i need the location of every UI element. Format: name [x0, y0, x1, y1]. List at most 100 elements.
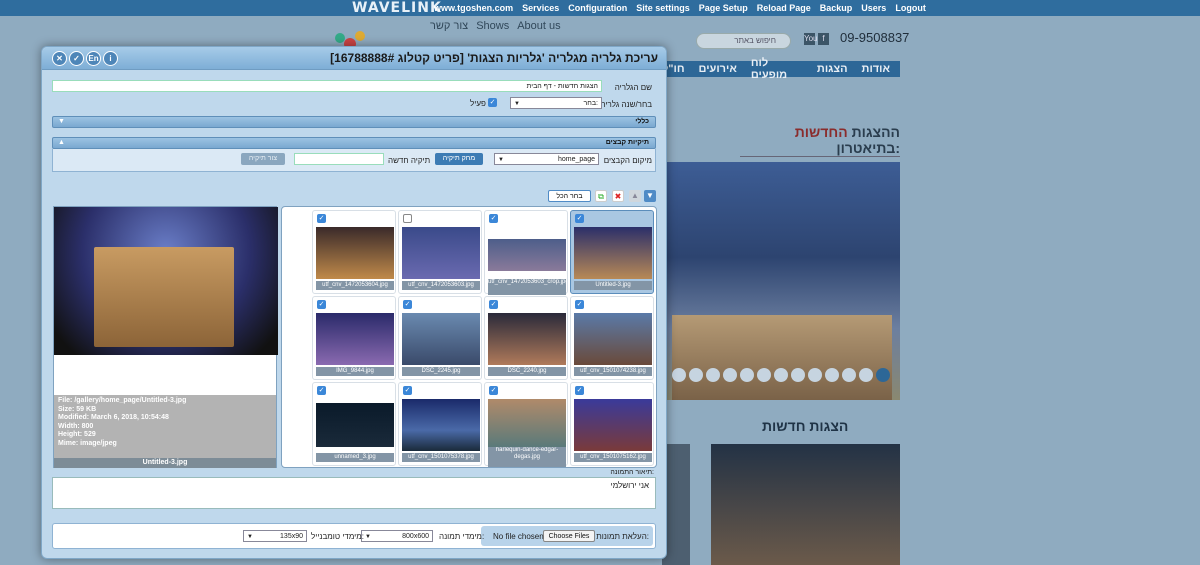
file-location-select[interactable]: ▼ home_page	[494, 153, 599, 165]
dialog-header: ✕ ✓ En i עריכת גלריה מגלריה 'גלריות הצגו…	[42, 47, 666, 70]
nav-backup[interactable]: Backup	[820, 0, 853, 16]
slider-dot[interactable]	[672, 368, 686, 382]
nav-users[interactable]: Users	[861, 0, 886, 16]
image-size-value: 800x600	[402, 533, 429, 540]
thumbnail-image	[488, 313, 566, 365]
slider-dot[interactable]	[689, 368, 703, 382]
thumbnail-checkbox[interactable]: ✓	[489, 386, 498, 395]
site-nav-schedule[interactable]: לוח מופעים	[751, 57, 803, 81]
info-icon[interactable]: i	[103, 51, 118, 66]
general-section-bar[interactable]: ▼ כללי	[52, 116, 656, 128]
admin-topbar: WAVELINK www.tgoshen.com Services Config…	[0, 0, 1200, 16]
move-up-icon[interactable]: ▲	[629, 190, 641, 202]
description-textarea[interactable]: אני ירושלמי	[52, 477, 656, 509]
choose-gallery-label: בחר/שנה גלריה	[600, 100, 652, 109]
language-icon[interactable]: En	[86, 51, 101, 66]
slider-dot[interactable]	[842, 368, 856, 382]
thumbnail-checkbox[interactable]: ✓	[317, 214, 326, 223]
nav-page-setup[interactable]: Page Setup	[699, 0, 748, 16]
delete-folder-button[interactable]: מחק תיקיה	[435, 153, 483, 165]
file-mime: Mime: image/jpeg	[58, 439, 117, 447]
site-nav-events[interactable]: אירועים	[699, 63, 737, 75]
site-search-input[interactable]: חיפוש באתר	[696, 33, 791, 49]
active-label: פעיל	[470, 99, 486, 108]
thumbnail-item[interactable]: ✓ utf_cnv_1472053604.jpg	[312, 210, 396, 294]
create-folder-button[interactable]: צור תיקיה	[241, 153, 285, 165]
site-nav-about[interactable]: אודות	[862, 63, 890, 75]
choose-gallery-select[interactable]: ▼ בחר:	[510, 97, 602, 109]
thumbnail-item[interactable]: ✓ utf_cnv_1472053603_crop.jpg	[484, 210, 568, 295]
check-icon[interactable]: ✓	[69, 51, 84, 66]
chevron-down-icon: ▼	[247, 534, 253, 540]
thumbnail-item[interactable]: ✓ utf_cnv_1501075378.jpg	[398, 382, 482, 466]
slider-dot-active[interactable]	[876, 368, 890, 382]
site-link-shows[interactable]: Shows	[476, 20, 509, 32]
thumbnail-checkbox[interactable]: ✓	[575, 386, 584, 395]
active-checkbox[interactable]: ✓	[488, 98, 497, 107]
move-down-icon[interactable]: ▼	[644, 190, 656, 202]
nav-configuration[interactable]: Configuration	[568, 0, 627, 16]
slider-dot[interactable]	[825, 368, 839, 382]
thumbnail-checkbox[interactable]: ✓	[489, 214, 498, 223]
nav-logout[interactable]: Logout	[895, 0, 926, 16]
choose-files-button[interactable]: Choose Files	[543, 530, 595, 542]
thumbnail-item[interactable]: utf_cnv_1472053603.jpg	[398, 210, 482, 294]
thumbnail-item[interactable]: ✓ DSC_2240.jpg	[484, 296, 568, 380]
new-folder-input[interactable]	[294, 153, 384, 165]
site-link-contact[interactable]: צור קשר	[430, 20, 468, 32]
thumbnail-checkbox[interactable]: ✓	[403, 300, 412, 309]
thumbnail-checkbox[interactable]: ✓	[489, 300, 498, 309]
chevron-down-icon: ▼	[365, 534, 371, 540]
gallery-name-input[interactable]: הצגות חדשות - דף הבית	[52, 80, 602, 92]
title-part-b: החדשות	[794, 124, 848, 140]
image-size-label: מימדי תמונה:	[439, 532, 485, 541]
slider-dot[interactable]	[774, 368, 788, 382]
file-path: File: /gallery/home_page/Untitled-3.jpg	[58, 397, 187, 404]
thumbnail-checkbox[interactable]: ✓	[317, 300, 326, 309]
thumbnail-item[interactable]: ✓ Untitled-3.jpg	[570, 210, 654, 294]
crop-icon[interactable]: ⧉	[595, 190, 607, 202]
thumbnail-size-select[interactable]: ▼ 135x90	[243, 530, 307, 542]
slider-dot[interactable]	[706, 368, 720, 382]
thumbnail-item[interactable]: ✓ harlequin-dance-edgar-degas.jpg	[484, 382, 568, 467]
nav-site-link[interactable]: www.tgoshen.com	[434, 0, 513, 16]
folders-section-bar[interactable]: ▲ תיקיות קבצים	[52, 137, 656, 149]
delete-icon[interactable]: ✖	[612, 190, 624, 202]
nav-reload-page[interactable]: Reload Page	[757, 0, 811, 16]
slider-dots	[672, 368, 890, 382]
thumbnail-image	[402, 227, 480, 279]
slider-dot[interactable]	[740, 368, 754, 382]
new-folder-label: תיקיה חדשה	[388, 156, 431, 165]
thumbnail-checkbox[interactable]: ✓	[575, 214, 584, 223]
select-all-button[interactable]: בחר הכל	[548, 190, 591, 202]
slider-dot[interactable]	[808, 368, 822, 382]
slider-dot[interactable]	[757, 368, 771, 382]
thumbnail-item[interactable]: ✓ utf_cnv_1501075162.jpg	[570, 382, 654, 466]
thumbnail-checkbox[interactable]: ✓	[403, 386, 412, 395]
thumbnail-name: unnamed_3.jpg	[316, 453, 394, 462]
thumbnail-name: utf_cnv_1501075162.jpg	[574, 453, 652, 462]
thumbnail-image	[316, 313, 394, 365]
nav-services[interactable]: Services	[522, 0, 559, 16]
site-nav-shows[interactable]: הצגות	[817, 63, 848, 75]
thumbnail-item[interactable]: ✓ IMG_9844.jpg	[312, 296, 396, 380]
gallery-edit-dialog: ✕ ✓ En i עריכת גלריה מגלריה 'גלריות הצגו…	[41, 46, 667, 559]
facebook-icon[interactable]: f	[818, 33, 829, 45]
thumbnail-image	[316, 403, 394, 447]
thumbnail-checkbox[interactable]: ✓	[575, 300, 584, 309]
thumbnail-item[interactable]: ✓ DSC_2245.jpg	[398, 296, 482, 380]
image-size-select[interactable]: ▼ 800x600	[361, 530, 433, 542]
close-icon[interactable]: ✕	[52, 51, 67, 66]
slider-dot[interactable]	[791, 368, 805, 382]
thumbnail-item[interactable]: ✓ utf_cnv_1501074238.jpg	[570, 296, 654, 380]
slider-dot[interactable]	[723, 368, 737, 382]
select-all-label: בחר הכל	[556, 193, 583, 200]
youtube-icon[interactable]: You	[804, 33, 818, 45]
nav-site-settings[interactable]: Site settings	[636, 0, 690, 16]
thumbnail-checkbox[interactable]	[403, 214, 412, 223]
slider-dot[interactable]	[859, 368, 873, 382]
upload-label: העלאת תמונות:	[596, 532, 649, 541]
thumbnail-item[interactable]: ✓ unnamed_3.jpg	[312, 382, 396, 466]
thumbnail-checkbox[interactable]: ✓	[317, 386, 326, 395]
site-link-about[interactable]: About us	[517, 20, 560, 32]
